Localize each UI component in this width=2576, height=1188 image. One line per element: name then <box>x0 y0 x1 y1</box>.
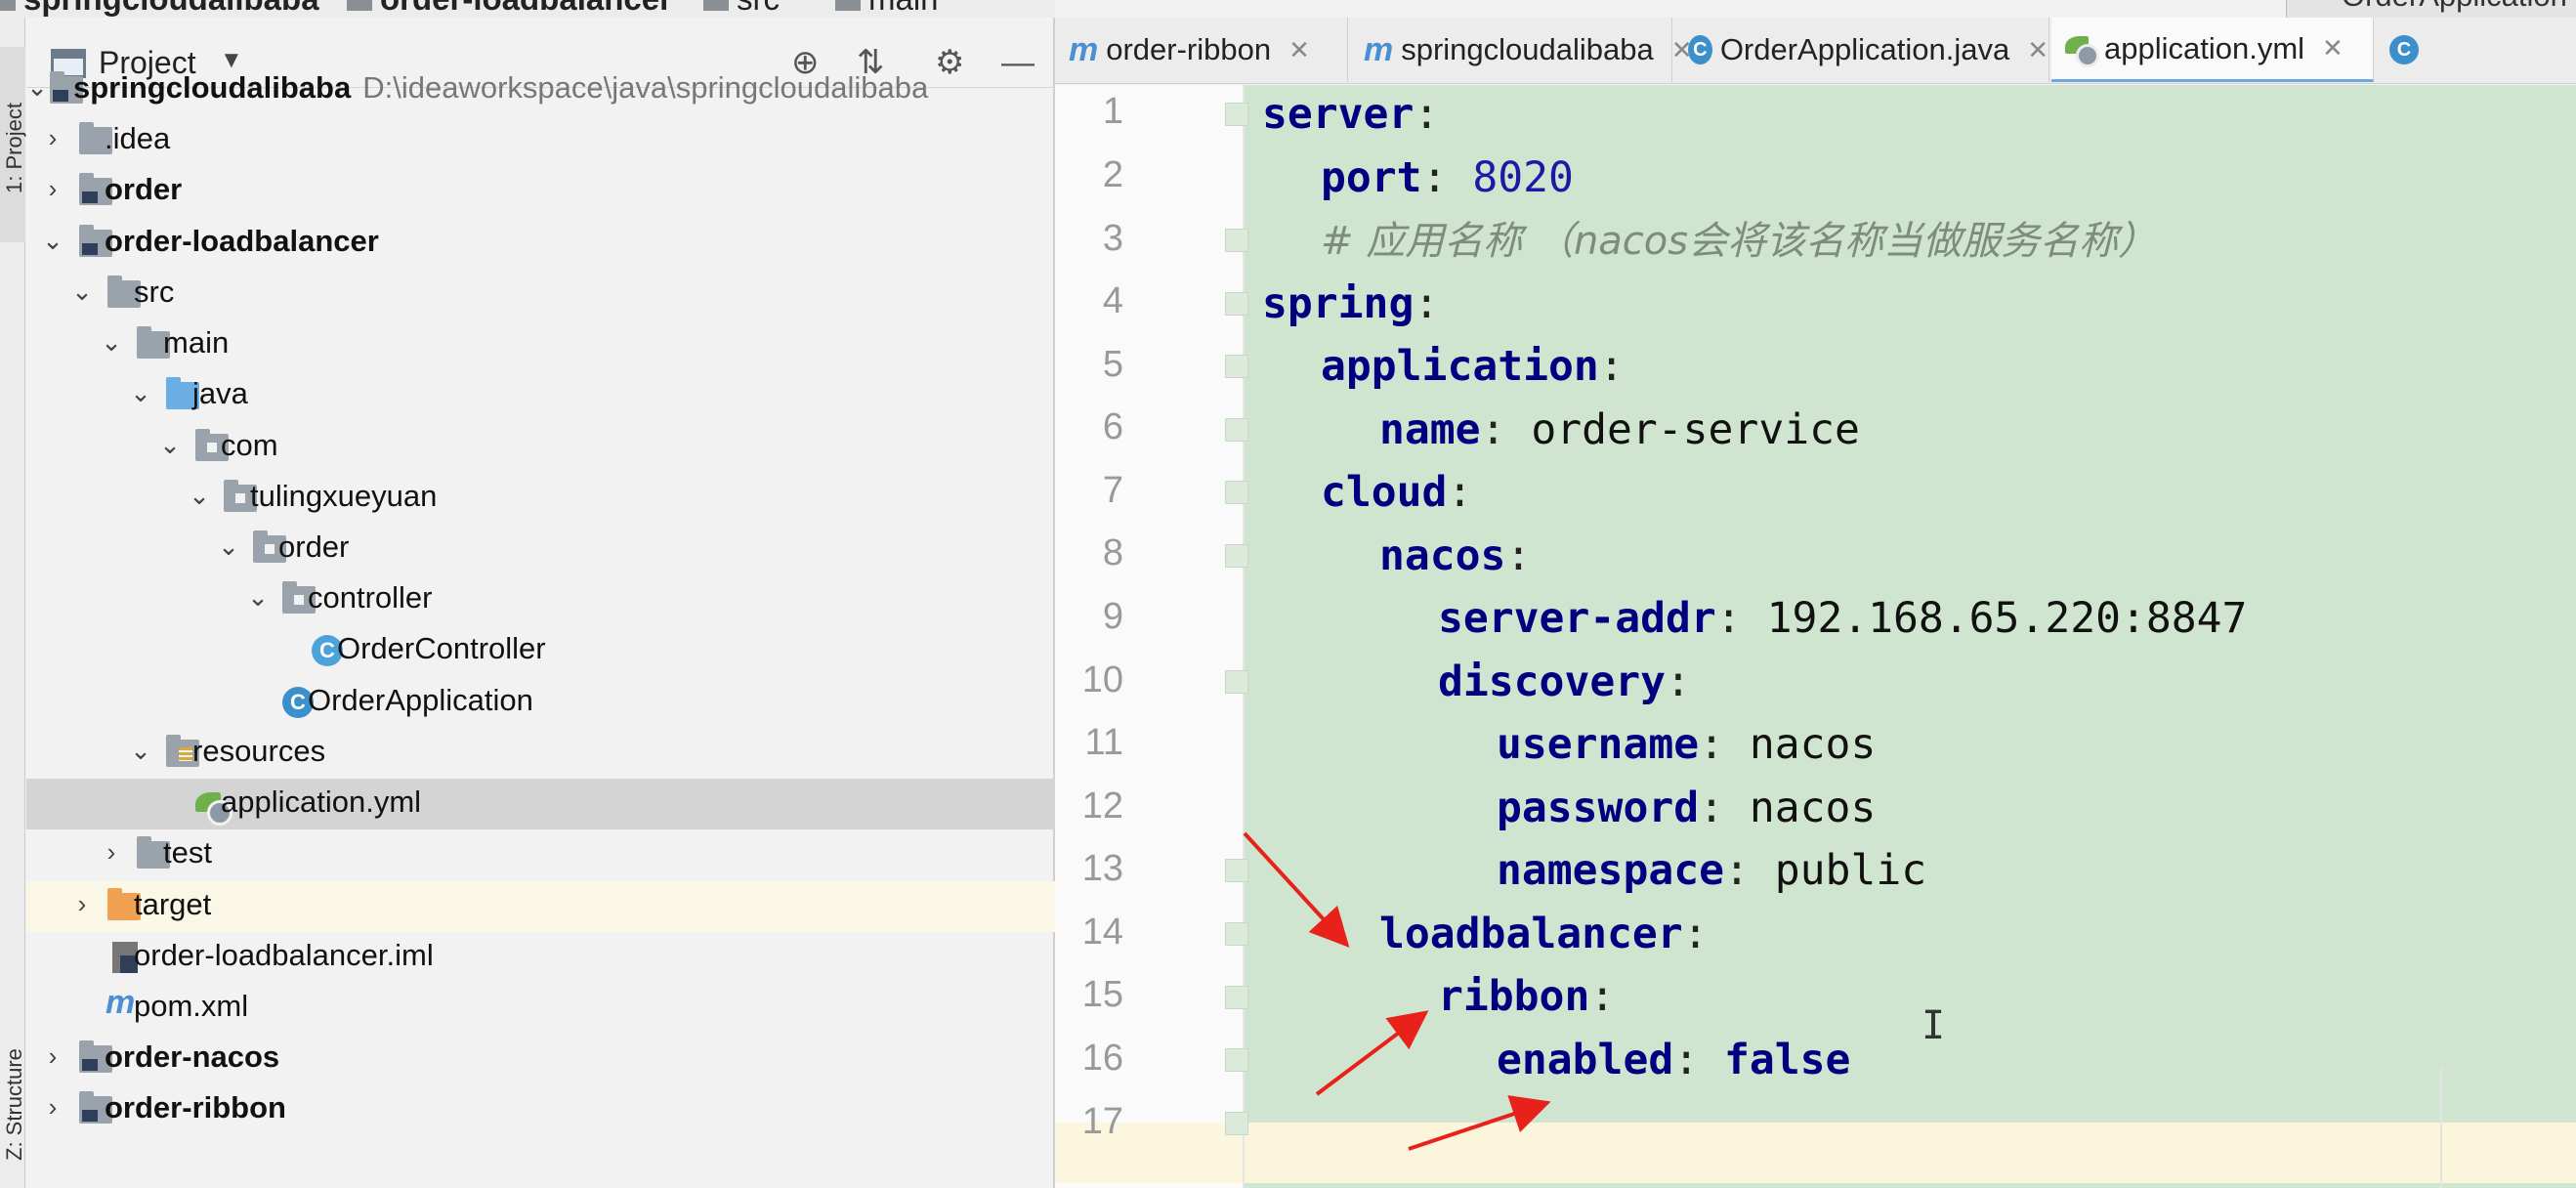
arrow-to-ribbon <box>1315 1010 1429 1096</box>
annotation-arrows <box>1243 831 1551 1151</box>
arrow-to-enabled <box>1408 1095 1551 1151</box>
arrow-to-loadbalancer <box>1243 831 1350 948</box>
ide-window: springcloudalibaba order-loadbalancer sr… <box>0 0 2576 1188</box>
